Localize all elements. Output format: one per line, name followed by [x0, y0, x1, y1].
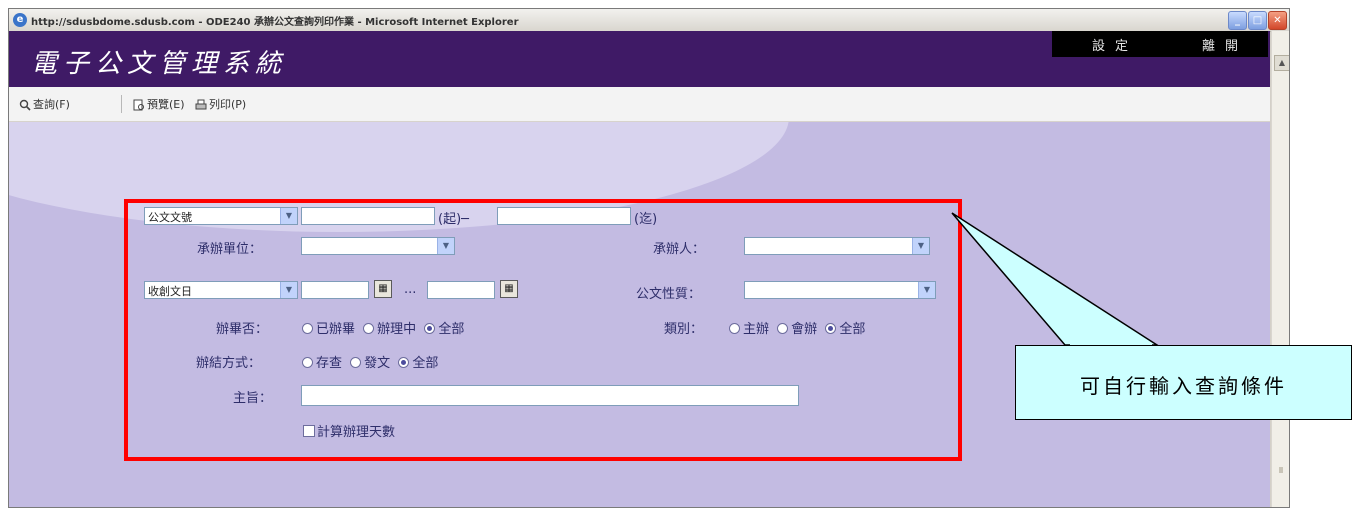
maximize-button[interactable]: □ — [1248, 11, 1267, 30]
window-title: http://sdusbdome.sdusb.com - ODE240 承辦公文… — [31, 17, 519, 28]
top-links: 設定 離開 — [1052, 31, 1268, 57]
ie-icon: e — [13, 13, 27, 27]
toolbar: 查詢(F) 預覽(E) 列印(P) — [9, 87, 1270, 122]
settings-link[interactable]: 設定 — [1092, 35, 1138, 54]
close-button[interactable]: ✕ — [1268, 11, 1287, 30]
minimize-button[interactable]: _ — [1228, 11, 1247, 30]
printer-icon — [195, 99, 207, 110]
query-label: 查詢(F) — [33, 98, 70, 111]
callout-text: 可自行輸入查詢條件 — [1080, 374, 1287, 398]
app-header: 電子公文管理系統 設定 離開 — [9, 31, 1270, 87]
title-bar: e http://sdusbdome.sdusb.com - ODE240 承辦… — [9, 9, 1289, 32]
preview-button[interactable]: 預覽(E) — [133, 96, 185, 112]
preview-label: 預覽(E) — [147, 98, 185, 111]
app-title: 電子公文管理系統 — [31, 49, 288, 79]
callout-box: 可自行輸入查詢條件 — [1015, 345, 1352, 420]
scroll-grip — [1279, 467, 1283, 473]
preview-icon — [133, 99, 144, 111]
print-button[interactable]: 列印(P) — [195, 96, 246, 112]
query-button[interactable]: 查詢(F) — [19, 96, 70, 112]
vertical-scrollbar[interactable]: ▲ — [1271, 31, 1289, 507]
search-icon — [19, 99, 31, 111]
scroll-up-icon[interactable]: ▲ — [1274, 55, 1289, 71]
logout-link[interactable]: 離開 — [1202, 35, 1248, 54]
highlight-frame — [124, 199, 962, 461]
print-label: 列印(P) — [209, 98, 247, 111]
toolbar-separator — [121, 95, 122, 113]
